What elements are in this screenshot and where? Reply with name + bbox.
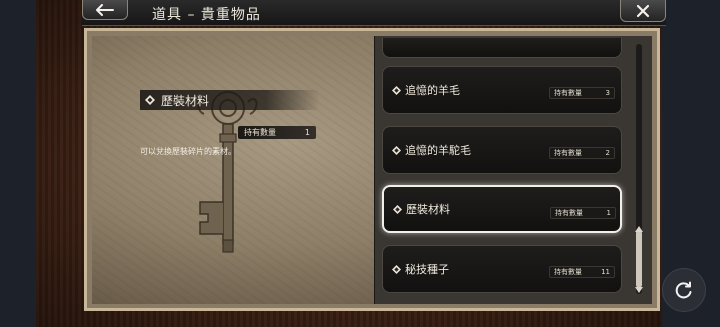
chevron-up-icon: [635, 226, 643, 232]
list-item-quantity-label: 持有數量: [554, 89, 582, 97]
list-item-label: 歷裝材料: [406, 203, 450, 216]
diamond-icon: [392, 264, 401, 274]
list-item-label: 追憶的羊毛: [405, 84, 460, 97]
scroll-down-button[interactable]: [634, 287, 644, 295]
list-item-label: 秘技種子: [405, 263, 449, 276]
list-item-quantity: 持有數量 1: [550, 207, 616, 219]
list-item-quantity-label: 持有數量: [554, 268, 582, 276]
diamond-icon: [145, 95, 155, 105]
list-item-partial[interactable]: [382, 38, 622, 58]
detail-quantity-value: 1: [304, 128, 310, 137]
list-item-quantity-value: 1: [606, 209, 611, 217]
list-item-quantity-label: 持有數量: [555, 209, 583, 217]
list-item-quantity: 持有數量 11: [549, 266, 615, 278]
detail-quantity: 持有數量 1: [238, 126, 316, 139]
back-button[interactable]: [82, 0, 128, 20]
close-icon: [636, 4, 650, 17]
letterbox-left: [0, 0, 36, 327]
list-item-quantity-value: 3: [605, 89, 610, 97]
scrollbar[interactable]: [636, 44, 642, 294]
page-title: 道具 – 貴重物品: [152, 7, 261, 23]
list-item[interactable]: 追憶的羊駝毛 持有數量 2: [382, 126, 622, 174]
back-arrow-icon: [96, 3, 114, 16]
item-name: 歷裝材料: [161, 93, 210, 108]
list-item-selected[interactable]: 歷裝材料 持有數量 1: [382, 185, 622, 233]
scrollbar-thumb[interactable]: [636, 230, 642, 288]
list-item[interactable]: 追憶的羊毛 持有數量 3: [382, 66, 622, 114]
list-item-quantity: 持有數量 3: [549, 87, 615, 99]
list-item-quantity-value: 11: [601, 268, 610, 276]
item-description: 可以兌換歷裝碎片的素材。: [140, 147, 236, 156]
scroll-up-button[interactable]: [634, 226, 644, 234]
close-button[interactable]: [620, 0, 666, 22]
chevron-down-icon: [635, 287, 643, 293]
diamond-icon: [393, 204, 402, 214]
list-item-label: 追憶的羊駝毛: [405, 144, 471, 157]
list-item[interactable]: 秘技種子 持有數量 11: [382, 245, 622, 293]
diamond-icon: [392, 145, 401, 155]
list-item-quantity-value: 2: [605, 149, 610, 157]
list-item-quantity: 持有數量 2: [549, 147, 615, 159]
refresh-button[interactable]: [662, 268, 706, 312]
diamond-icon: [392, 85, 401, 95]
list-item-quantity-label: 持有數量: [554, 149, 582, 157]
item-name-bar: 歷裝材料: [140, 90, 320, 110]
refresh-icon: [675, 281, 692, 299]
detail-quantity-label: 持有數量: [244, 128, 276, 137]
